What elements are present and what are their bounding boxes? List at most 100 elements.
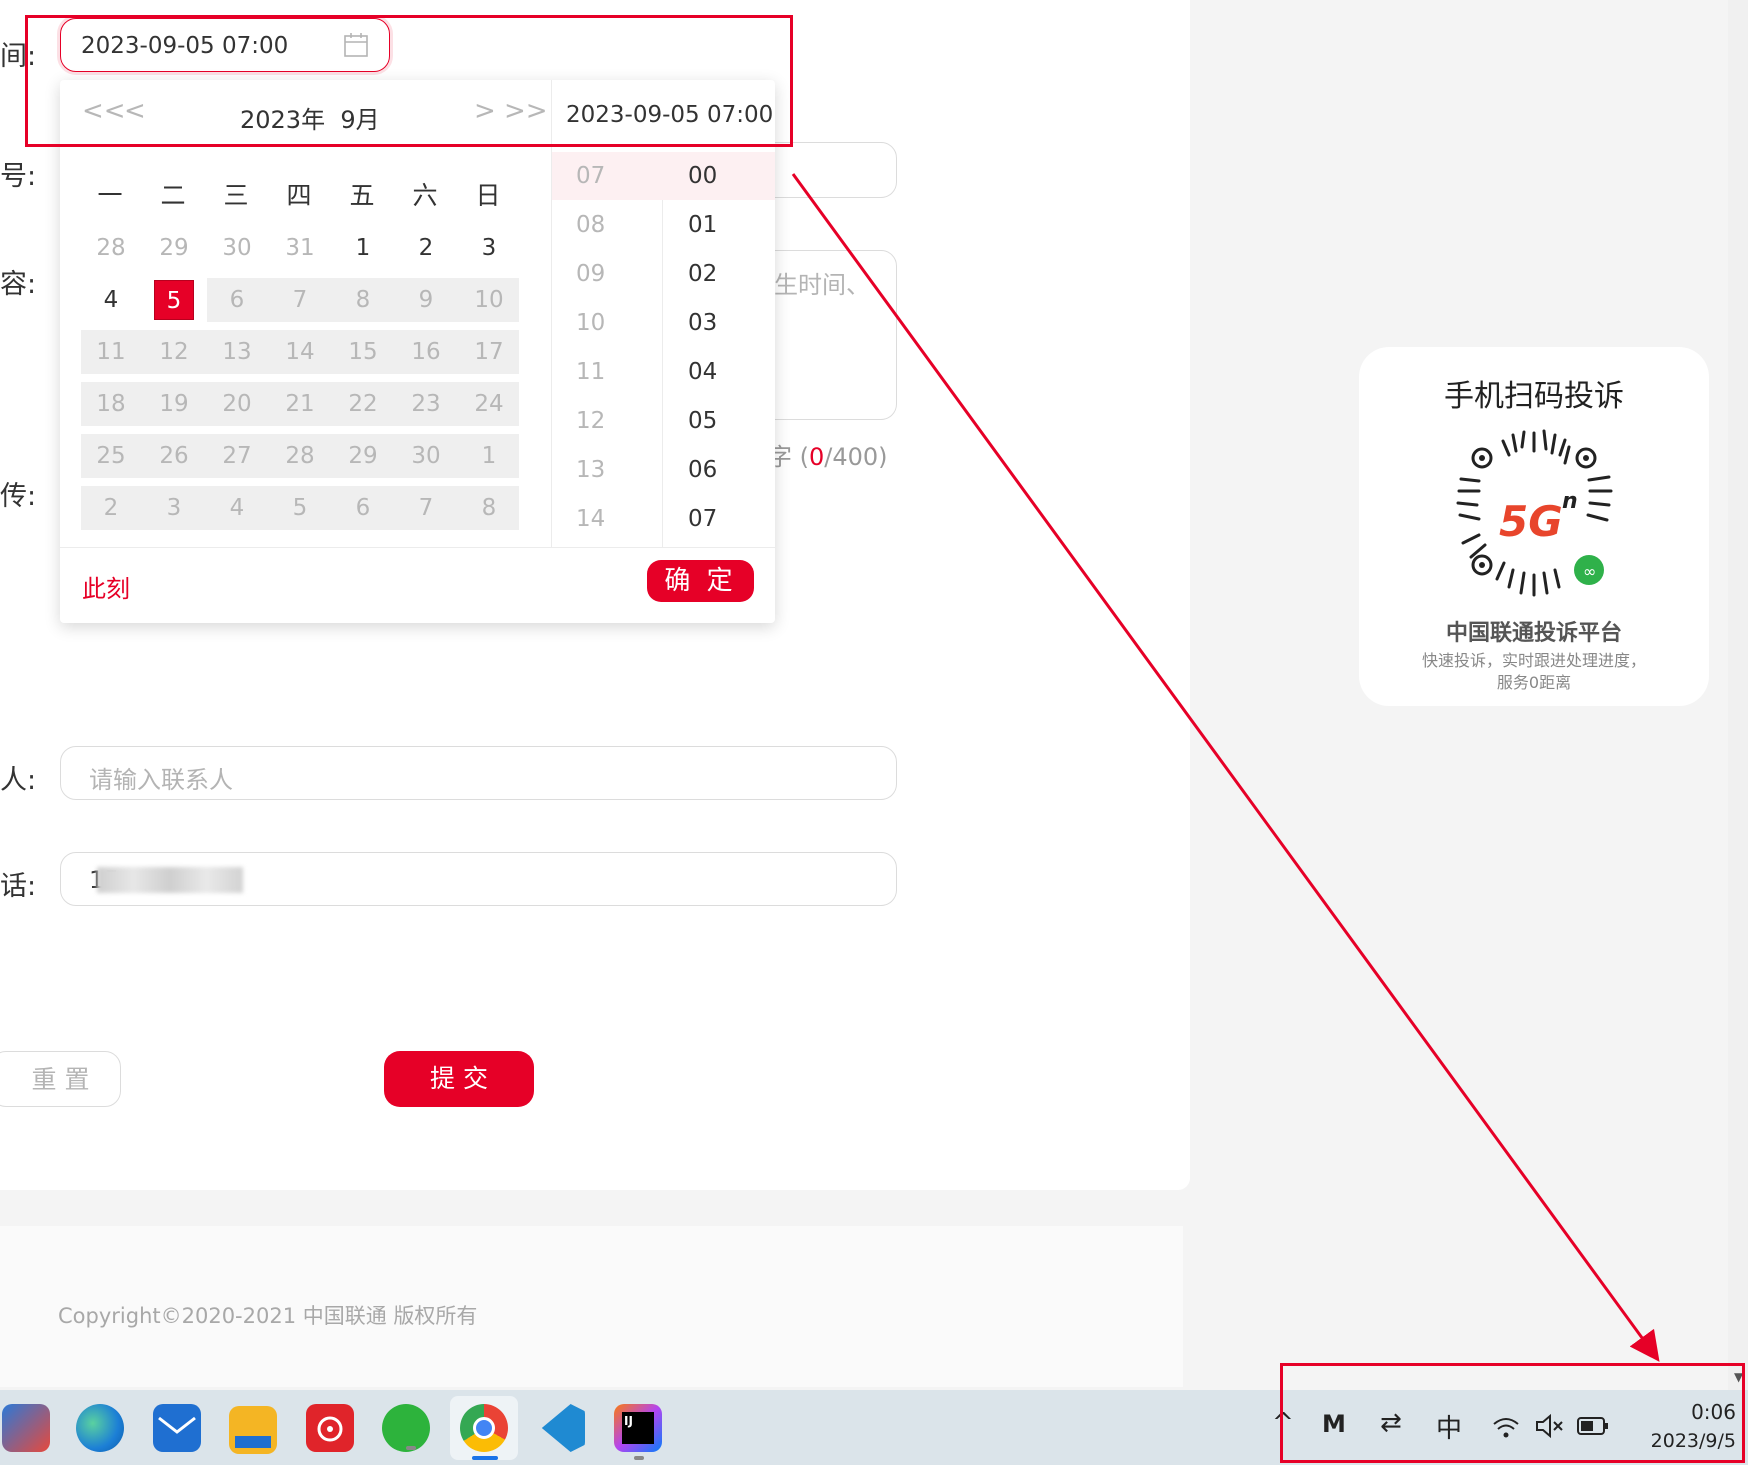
hour-option[interactable]: 09	[552, 250, 662, 299]
contact-input[interactable]: 请输入联系人	[60, 746, 897, 800]
confirm-button[interactable]: 确 定	[647, 560, 754, 602]
day-cell: 20	[222, 391, 252, 417]
content-label: 容:	[0, 269, 37, 300]
minute-option[interactable]: 01	[688, 201, 798, 250]
copyright-text: Copyright©2020-2021 中国联通 版权所有	[58, 1304, 478, 1328]
day-cell: 14	[285, 339, 315, 365]
qr-logo-sup: n	[1562, 489, 1578, 514]
phone-input[interactable]: 15	[60, 852, 897, 906]
hour-option[interactable]: 12	[552, 397, 662, 446]
contact-label: 人:	[0, 765, 37, 796]
now-link[interactable]: 此刻	[82, 569, 130, 604]
day-cell: 25	[96, 443, 126, 469]
chrome-center	[473, 1417, 495, 1439]
day-cell: 30	[411, 443, 441, 469]
day-cell[interactable]: 2	[397, 228, 455, 268]
qr-desc-line2: 服务0距离	[1496, 673, 1572, 692]
edge-icon[interactable]	[76, 1404, 124, 1452]
vscode-icon[interactable]	[541, 1404, 585, 1452]
file-explorer-icon[interactable]	[229, 1406, 277, 1454]
char-counter-current: 0	[809, 443, 825, 471]
day-cell: 28	[285, 443, 315, 469]
day-cell: 15	[348, 339, 378, 365]
mail-icon[interactable]	[153, 1404, 201, 1452]
intellij-running-indicator	[634, 1456, 644, 1460]
weekday-header: 日	[475, 181, 501, 210]
mail-envelope-icon	[158, 1416, 196, 1434]
hour-option[interactable]: 13	[552, 446, 662, 495]
day-cell: 23	[411, 391, 441, 417]
windows-start-icon[interactable]	[2, 1404, 50, 1452]
day-cell: 29	[348, 443, 378, 469]
hour-option[interactable]: 07	[552, 152, 662, 201]
day-cell: 7	[292, 287, 308, 313]
day-cell[interactable]: 4	[82, 280, 140, 320]
minute-option[interactable]: 04	[688, 348, 798, 397]
day-cell: 21	[285, 391, 315, 417]
day-cell[interactable]: 3	[460, 228, 518, 268]
minute-option[interactable]: 02	[688, 250, 798, 299]
weekday-header: 二	[160, 181, 186, 210]
day-cell: 16	[411, 339, 441, 365]
weekday-header: 五	[349, 181, 375, 210]
minute-option[interactable]: 03	[688, 299, 798, 348]
submit-button[interactable]: 提 交	[384, 1051, 534, 1107]
number-label: 号:	[0, 161, 37, 192]
hour-option[interactable]: 11	[552, 348, 662, 397]
day-cell: 29	[159, 235, 189, 261]
day-cell: 27	[222, 443, 252, 469]
intellij-icon[interactable]: IJ	[614, 1404, 662, 1452]
netease-music-icon[interactable]	[306, 1404, 354, 1452]
day-cell: 18	[96, 391, 126, 417]
day-cell: 22	[348, 391, 378, 417]
wechat-running-indicator	[406, 1446, 416, 1450]
day-cell: 5	[292, 495, 308, 521]
day-cell: 11	[96, 339, 126, 365]
minute-option[interactable]: 00	[688, 152, 798, 201]
day-cell: 13	[222, 339, 252, 365]
minute-option[interactable]: 06	[688, 446, 798, 495]
day-cell[interactable]: 1	[334, 228, 392, 268]
day-cell: 8	[481, 495, 497, 521]
weekday-header: 三	[223, 181, 249, 210]
phone-redaction	[97, 867, 243, 893]
svg-text:∞: ∞	[1583, 562, 1596, 581]
day-cell: 8	[355, 287, 371, 313]
qr-title: 手机扫码投诉	[1444, 379, 1624, 414]
chrome-active-indicator	[472, 1456, 498, 1460]
day-cell: 30	[222, 235, 252, 261]
char-counter-max: /400)	[824, 443, 888, 471]
qr-desc-line1: 快速投诉，实时跟进处理进度，	[1421, 651, 1646, 670]
contact-placeholder: 请输入联系人	[89, 766, 233, 794]
day-cell: 19	[159, 391, 189, 417]
chrome-icon[interactable]	[460, 1404, 508, 1452]
day-cell: 7	[418, 495, 434, 521]
day-cell: 2	[103, 495, 119, 521]
day-cell: 12	[159, 339, 189, 365]
minute-option[interactable]: 05	[688, 397, 798, 446]
hour-option[interactable]: 14	[552, 495, 662, 544]
upload-label: 传:	[0, 481, 37, 512]
annotation-box-datetime	[25, 15, 793, 147]
wechat-icon[interactable]	[382, 1404, 430, 1452]
day-cell: 17	[474, 339, 504, 365]
reset-button[interactable]: 重 置	[0, 1051, 121, 1107]
hour-option[interactable]: 08	[552, 201, 662, 250]
day-cell: 1	[481, 443, 497, 469]
day-cell: 26	[159, 443, 189, 469]
day-cell-selected[interactable]: 5	[154, 280, 194, 320]
day-cell: 4	[229, 495, 245, 521]
day-cell: 6	[229, 287, 245, 313]
phone-label: 话:	[0, 871, 37, 902]
time-column-divider	[662, 152, 663, 547]
weekday-header: 一	[97, 181, 123, 210]
page-scrollbar[interactable]	[1728, 0, 1748, 1390]
hour-option[interactable]: 10	[552, 299, 662, 348]
day-cell: 31	[285, 235, 315, 261]
minute-option[interactable]: 07	[688, 495, 798, 544]
annotation-box-clock	[1280, 1363, 1745, 1463]
weekday-header: 四	[286, 181, 312, 210]
intellij-glyph: IJ	[622, 1412, 654, 1444]
datetime-picker: << < 2023年 9月 > >> 2023-09-05 07:00 一二三四…	[60, 80, 775, 623]
day-cell: 9	[418, 287, 434, 313]
